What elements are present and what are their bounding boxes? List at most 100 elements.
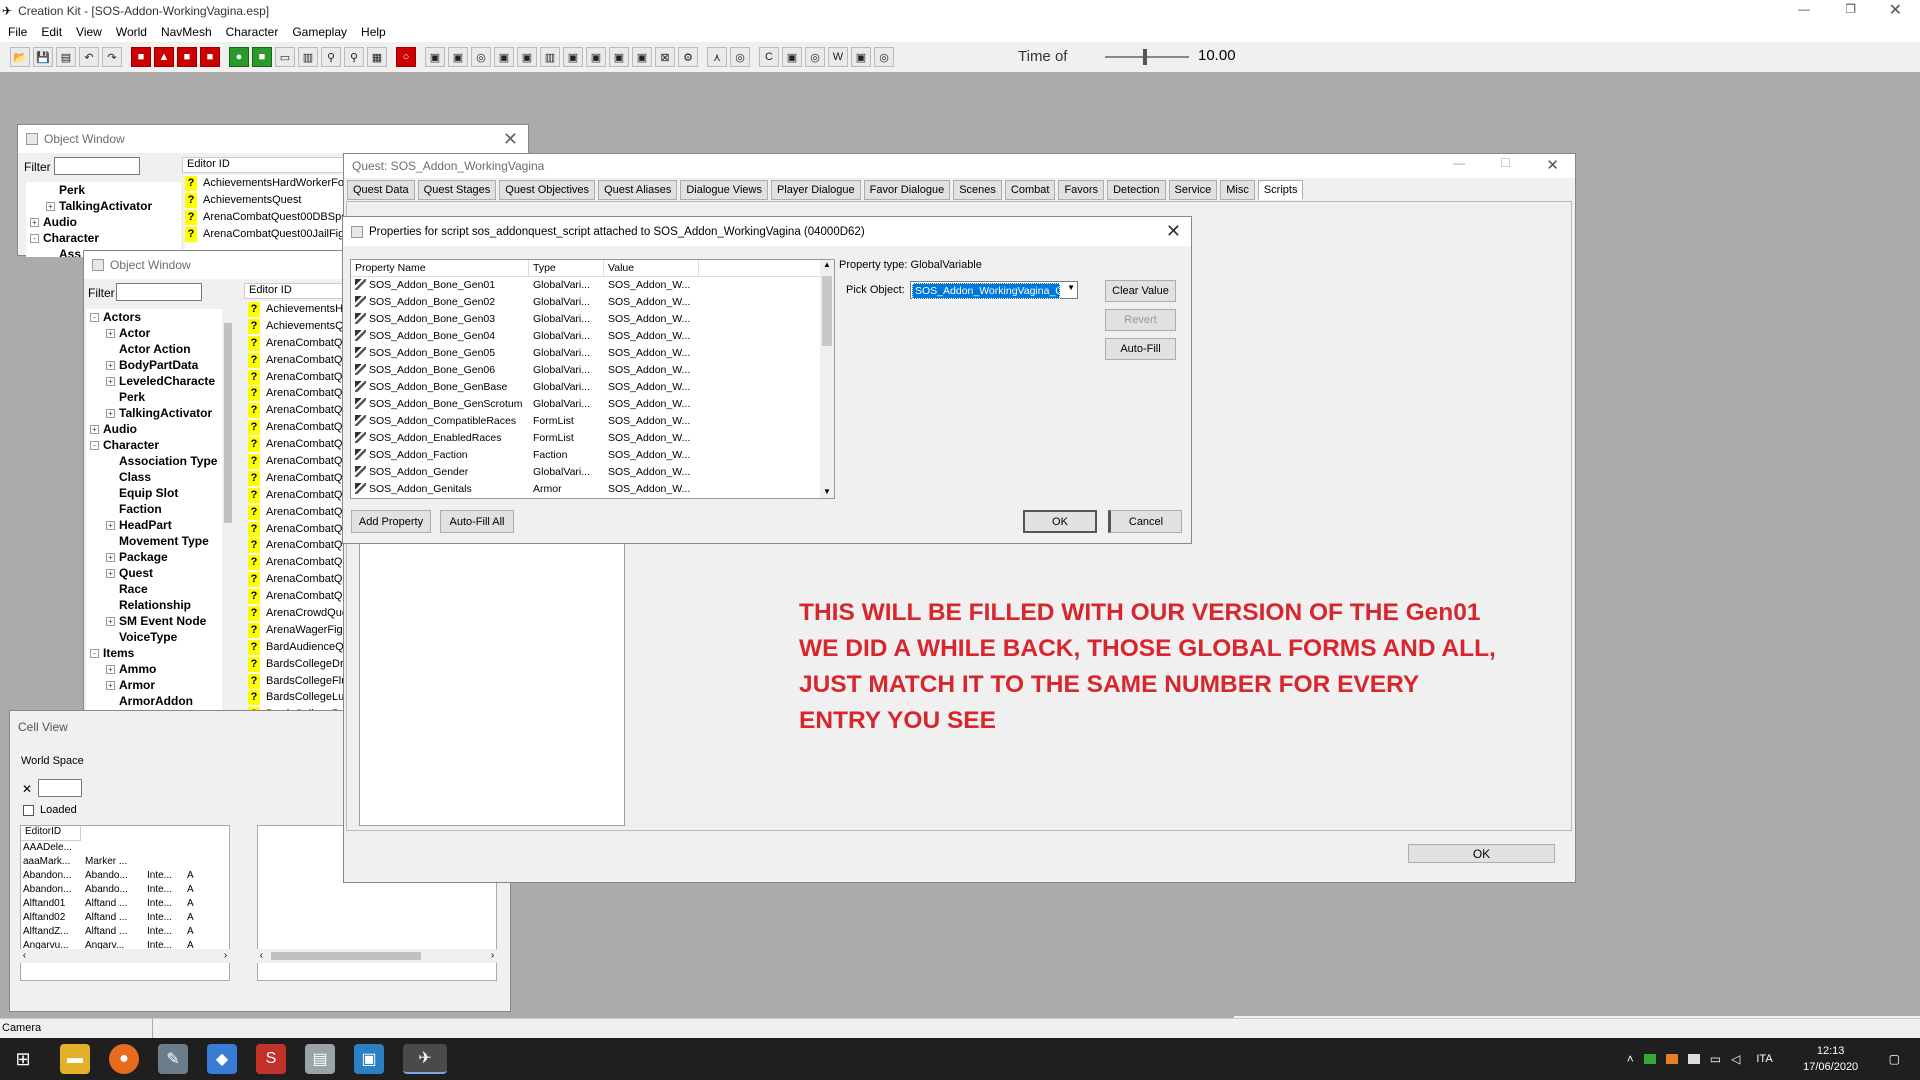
tab-detection[interactable]: Detection — [1107, 180, 1166, 200]
expand-icon[interactable]: + — [106, 665, 115, 675]
revert-button[interactable]: Revert — [1105, 309, 1176, 331]
toolbar-button-31-icon[interactable]: ⊠ — [655, 47, 675, 67]
menu-navmesh[interactable]: NavMesh — [161, 25, 212, 39]
expand-icon[interactable]: + — [106, 361, 115, 371]
volume-icon[interactable]: ◁ — [1731, 1052, 1740, 1066]
property-list-scrollbar-thumb[interactable] — [822, 276, 832, 346]
toolbar-button-6-icon[interactable]: ■ — [131, 47, 151, 67]
toolbar-button-7-icon[interactable]: ▲ — [154, 47, 174, 67]
tab-quest-objectives[interactable]: Quest Objectives — [499, 180, 596, 200]
toolbar-button-4-icon[interactable]: ↷ — [102, 47, 122, 67]
editor-id-item[interactable]: ArenaCombatQ — [248, 352, 344, 369]
menu-gameplay[interactable]: Gameplay — [292, 25, 347, 39]
toolbar-button-39-icon[interactable]: ◎ — [805, 47, 825, 67]
chevron-up-icon[interactable]: ˄ — [1627, 1052, 1634, 1066]
menu-file[interactable]: File — [8, 25, 27, 39]
toolbar-button-21-icon[interactable]: ▣ — [425, 47, 445, 67]
tab-misc[interactable]: Misc — [1220, 180, 1255, 200]
cell-hscrollbar[interactable]: ‹ › — [20, 949, 230, 963]
notification-icon[interactable]: ▢ — [1889, 1052, 1900, 1066]
property-row[interactable]: SOS_Addon_CompatibleRaces FormList SOS_Add… — [351, 413, 834, 430]
toolbar-button-13-icon[interactable]: ▭ — [275, 47, 295, 67]
pick-object-select[interactable]: SOS_Addon_WorkingVagina_Gen0 ▼ — [910, 281, 1078, 299]
menu-world[interactable]: World — [116, 25, 147, 39]
cell-ref-hscrollbar[interactable]: ‹ › — [257, 949, 497, 963]
editor-id-item[interactable]: ArenaCombatQuest00DBSpe — [185, 209, 355, 226]
editor-id-item[interactable]: BardsCollegeDru — [248, 656, 344, 673]
editor-id-item[interactable]: ArenaCombatQ — [248, 385, 344, 402]
editor-id-list-back[interactable]: AchievementsHardWorkerFooAchievementsQue… — [185, 175, 355, 257]
editor-id-item[interactable]: ArenaCombatQ — [248, 402, 344, 419]
editor-id-item[interactable]: BardsCollegeLut — [248, 689, 344, 706]
auto-fill-button[interactable]: Auto-Fill — [1105, 338, 1176, 360]
menu-character[interactable]: Character — [226, 25, 279, 39]
toolbar-button-9-icon[interactable]: ■ — [200, 47, 220, 67]
auto-fill-all-button[interactable]: Auto-Fill All — [440, 510, 514, 533]
toolbar-button-29-icon[interactable]: ▣ — [609, 47, 629, 67]
tree-node[interactable]: + HeadPart — [86, 517, 222, 533]
quest-maximize-button[interactable]: ☐ — [1500, 156, 1511, 170]
tree-node[interactable]: + TalkingActivator — [86, 405, 222, 421]
cell-close-icon[interactable]: ✕ — [22, 782, 32, 796]
editor-id-item[interactable]: ArenaCrowdQue — [248, 605, 344, 622]
collapse-icon[interactable]: - — [30, 234, 39, 244]
tray-icon-3[interactable] — [1687, 1054, 1700, 1064]
toolbar-button-37-icon[interactable]: C — [759, 47, 779, 67]
toolbar-button-14-icon[interactable]: ▥ — [298, 47, 318, 67]
expand-icon[interactable]: + — [106, 681, 115, 691]
tree-node[interactable]: + Audio — [86, 421, 222, 437]
toolbar-button-17-icon[interactable]: ▦ — [367, 47, 387, 67]
tray-icon-1[interactable] — [1643, 1054, 1656, 1064]
toolbar-button-28-icon[interactable]: ▣ — [586, 47, 606, 67]
tree-node[interactable]: + SM Event Node — [86, 613, 222, 629]
cell-row[interactable]: AAADele... — [21, 841, 229, 855]
editor-id-item[interactable]: ArenaCombatQ — [248, 487, 344, 504]
network-icon[interactable]: ▭ — [1710, 1052, 1721, 1066]
toolbar-button-11-icon[interactable]: ● — [229, 47, 249, 67]
toolbar-button-42-icon[interactable]: ◎ — [874, 47, 894, 67]
tab-scripts[interactable]: Scripts — [1257, 180, 1304, 200]
toolbar-button-1-icon[interactable]: 💾 — [33, 47, 53, 67]
cell-row[interactable]: Abandon... Abando... Inte... A — [21, 869, 229, 883]
editor-id-item[interactable]: BardAudienceQ — [248, 639, 344, 656]
toolbar-button-32-icon[interactable]: ⚙ — [678, 47, 698, 67]
cell-row[interactable]: Alftand02 Alftand ... Inte... A — [21, 911, 229, 925]
tree-node[interactable]: + Actor — [86, 325, 222, 341]
tree-node[interactable]: + Armor — [86, 677, 222, 693]
menu-edit[interactable]: Edit — [41, 25, 62, 39]
toolbar-button-25-icon[interactable]: ▣ — [517, 47, 537, 67]
add-property-button[interactable]: Add Property — [351, 510, 431, 533]
tab-quest-stages[interactable]: Quest Stages — [417, 180, 497, 200]
collapse-icon[interactable]: - — [90, 649, 99, 659]
tab-favor-dialogue[interactable]: Favor Dialogue — [863, 180, 951, 200]
loaded-checkbox[interactable] — [23, 805, 34, 816]
filter-input[interactable] — [54, 157, 140, 175]
clock-date[interactable]: 17/06/2020 — [1803, 1059, 1858, 1075]
tree-node[interactable]: + BodyPartData — [86, 357, 222, 373]
world-space-select[interactable] — [38, 779, 82, 797]
toolbar-button-16-icon[interactable]: ⚲ — [344, 47, 364, 67]
toolbar-button-8-icon[interactable]: ■ — [177, 47, 197, 67]
property-row[interactable]: SOS_Addon_Faction Faction SOS_Addon_W... — [351, 447, 834, 464]
expand-icon[interactable]: + — [106, 553, 115, 563]
tab-quest-aliases[interactable]: Quest Aliases — [598, 180, 678, 200]
tab-favors[interactable]: Favors — [1058, 180, 1105, 200]
time-slider[interactable] — [1105, 49, 1189, 65]
object-tree-back[interactable]: Perk + TalkingActivator + Audio - Character Ass… — [26, 182, 181, 257]
tree-node[interactable]: - Character — [86, 437, 222, 453]
app-icon-4[interactable]: ◆ — [207, 1044, 237, 1074]
tree-node[interactable]: + Audio — [26, 214, 181, 230]
tree-node[interactable]: Actor Action — [86, 341, 222, 357]
close-icon[interactable]: ✕ — [503, 129, 518, 150]
tree-node[interactable]: - Character — [26, 230, 181, 246]
property-row[interactable]: SOS_Addon_Bone_Gen02 GlobalVari... SOS_Add… — [351, 294, 834, 311]
clear-value-button[interactable]: Clear Value — [1105, 280, 1176, 302]
property-row[interactable]: SOS_Addon_Bone_Gen05 GlobalVari... SOS_Add… — [351, 345, 834, 362]
quest-close-button[interactable]: ✕ — [1546, 156, 1559, 174]
editor-id-item[interactable]: BardsCollegeFlu — [248, 673, 344, 690]
toolbar-button-0-icon[interactable]: 📂 — [10, 47, 30, 67]
editor-id-item[interactable]: ArenaCombatQ — [248, 335, 344, 352]
editor-id-header[interactable]: Editor ID — [182, 157, 352, 173]
close-button[interactable]: ✕ — [1889, 0, 1902, 20]
restore-button[interactable]: ❐ — [1845, 2, 1856, 16]
